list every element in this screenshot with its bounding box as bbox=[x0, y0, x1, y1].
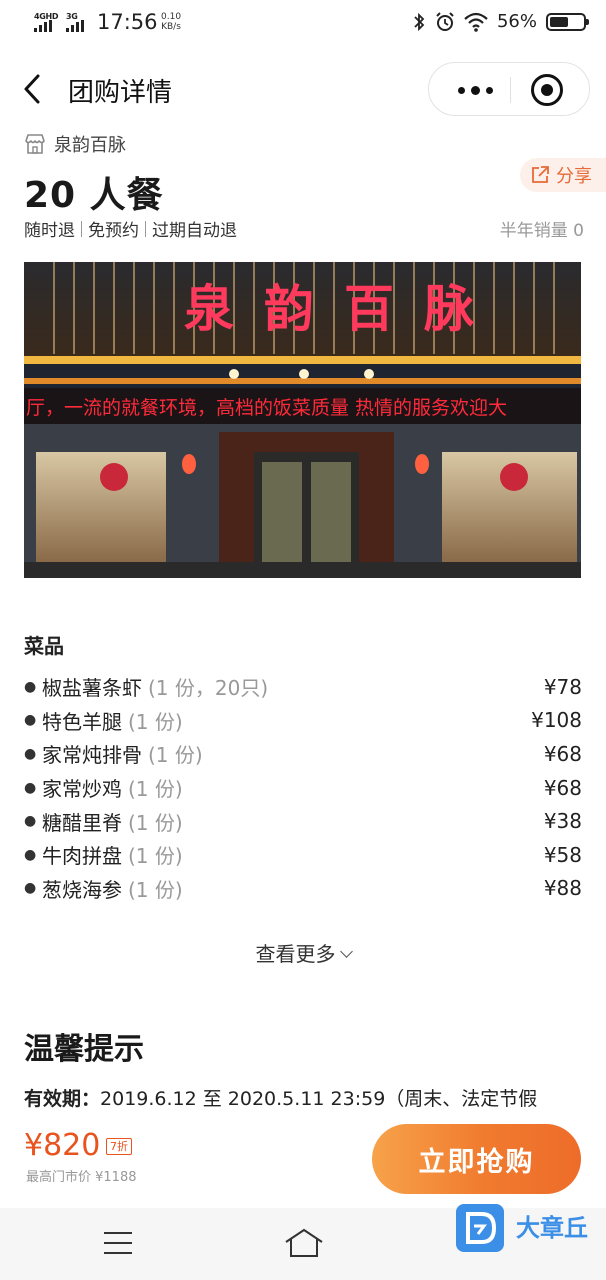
watermark: 大章丘 bbox=[456, 1198, 596, 1258]
watermark-text: 大章丘 bbox=[516, 1214, 588, 1242]
dish-quantity: (1 份) bbox=[128, 844, 183, 869]
network-speed: 0.10 KB/s bbox=[161, 12, 181, 32]
service-tags: 随时退 免预约 过期自动退 bbox=[24, 216, 237, 241]
bullet-icon: ● bbox=[24, 846, 37, 863]
home-icon[interactable] bbox=[282, 1226, 326, 1260]
speed-value: 0.10 bbox=[161, 12, 182, 22]
dish-name: 糖醋里脊 bbox=[42, 810, 122, 835]
validity-value: 2019.6.12 至 2020.5.11 23:59（周末、法定节假 bbox=[100, 1088, 538, 1110]
dish-name: 家常炒鸡 bbox=[42, 777, 122, 802]
back-arrow-icon[interactable] bbox=[18, 70, 52, 108]
signal-strength-icon bbox=[34, 20, 52, 32]
dish-price: ¥68 bbox=[543, 775, 582, 800]
shop-name: 泉韵百脉 bbox=[54, 135, 126, 156]
dish-price: ¥108 bbox=[531, 708, 582, 733]
dish-list: ● 椒盐薯条虾 (1 份，20只) ¥78 ● 特色羊腿 (1 份) ¥108 … bbox=[24, 670, 582, 905]
dish-price: ¥78 bbox=[543, 674, 582, 699]
shop-row[interactable]: 泉韵百脉 bbox=[24, 130, 126, 158]
wifi-icon bbox=[464, 12, 488, 32]
purchase-bar: ¥820 7折 最高门市价 ¥1188 立即抢购 bbox=[0, 1118, 606, 1208]
nav-header: 团购详情 bbox=[0, 58, 606, 120]
tag-divider bbox=[81, 220, 82, 237]
status-bar: 4GHD 3G 17:56 0.10 KB/s 56% bbox=[0, 0, 606, 48]
share-label: 分享 bbox=[556, 166, 592, 187]
battery-icon bbox=[546, 12, 589, 31]
buy-now-button[interactable]: 立即抢购 bbox=[372, 1124, 581, 1194]
see-more-label: 查看更多 bbox=[255, 942, 336, 966]
more-dot-icon bbox=[457, 86, 465, 94]
bullet-icon: ● bbox=[24, 880, 37, 897]
page-title: 团购详情 bbox=[68, 78, 173, 108]
bluetooth-icon bbox=[414, 12, 425, 31]
dish-quantity: (1 份) bbox=[128, 777, 183, 802]
tag-no-reservation: 免预约 bbox=[88, 221, 139, 241]
tag-auto-refund: 过期自动退 bbox=[152, 221, 237, 241]
dish-name: 椒盐薯条虾 bbox=[42, 676, 142, 701]
dish-quantity: (1 份) bbox=[128, 877, 183, 902]
dish-price: ¥68 bbox=[543, 741, 582, 766]
dish-price: ¥88 bbox=[543, 876, 582, 901]
miniprogram-capsule bbox=[428, 62, 590, 116]
signal-strength-icon-2 bbox=[66, 20, 84, 32]
capsule-divider bbox=[510, 77, 511, 103]
dish-name: 家常炖排骨 bbox=[42, 743, 142, 768]
storefront-photo[interactable]: 泉韵百脉 厅，一流的就餐环境，高档的饭菜质量 热情的服务欢迎大 bbox=[24, 262, 581, 578]
clock: 17:56 bbox=[97, 10, 158, 34]
bullet-icon: ● bbox=[24, 745, 37, 762]
dish-item: ● 家常炒鸡 (1 份) ¥68 bbox=[24, 771, 582, 805]
more-dot-icon bbox=[485, 86, 493, 94]
bullet-icon: ● bbox=[24, 779, 37, 796]
store-icon bbox=[25, 134, 45, 154]
speed-unit: KB/s bbox=[161, 22, 181, 32]
dish-item: ● 家常炖排骨 (1 份) ¥68 bbox=[24, 737, 582, 771]
dish-name: 特色羊腿 bbox=[42, 709, 122, 734]
close-miniprogram-icon[interactable] bbox=[531, 74, 563, 106]
bullet-icon: ● bbox=[24, 712, 37, 729]
dish-quantity: (1 份，20只) bbox=[148, 676, 269, 701]
dish-price: ¥38 bbox=[543, 809, 582, 834]
dish-price: ¥58 bbox=[543, 842, 582, 867]
chevron-down-icon bbox=[339, 945, 353, 958]
dish-item: ● 特色羊腿 (1 份) ¥108 bbox=[24, 704, 582, 738]
storefront-illustration: 泉韵百脉 厅，一流的就餐环境，高档的饭菜质量 热情的服务欢迎大 bbox=[24, 262, 581, 578]
validity-period: 有效期：2019.6.12 至 2020.5.11 23:59（周末、法定节假 bbox=[24, 1084, 584, 1111]
bullet-icon: ● bbox=[24, 678, 37, 695]
tag-refund-anytime: 随时退 bbox=[24, 221, 75, 241]
battery-fill bbox=[550, 16, 568, 27]
battery-percent: 56% bbox=[496, 11, 537, 32]
dishes-section-title: 菜品 bbox=[24, 634, 64, 658]
share-button[interactable]: 分享 bbox=[520, 158, 606, 192]
discount-badge: 7折 bbox=[106, 1138, 132, 1155]
dish-quantity: (1 份) bbox=[148, 743, 203, 768]
watermark-logo bbox=[456, 1204, 504, 1252]
tips-title: 温馨提示 bbox=[24, 1032, 144, 1067]
deal-price: ¥820 bbox=[24, 1128, 101, 1163]
more-options-button[interactable] bbox=[447, 63, 503, 117]
menu-icon[interactable] bbox=[104, 1232, 132, 1254]
dish-name: 牛肉拼盘 bbox=[42, 844, 122, 869]
dish-item: ● 椒盐薯条虾 (1 份，20只) ¥78 bbox=[24, 670, 582, 704]
alarm-icon bbox=[436, 11, 454, 31]
dish-item: ● 糖醋里脊 (1 份) ¥38 bbox=[24, 804, 582, 838]
dish-item: ● 葱烧海参 (1 份) ¥88 bbox=[24, 872, 582, 906]
share-icon bbox=[532, 166, 549, 183]
bullet-icon: ● bbox=[24, 813, 37, 830]
dish-quantity: (1 份) bbox=[128, 709, 183, 734]
sales-count: 半年销量 0 bbox=[499, 221, 584, 241]
sign-text: 泉韵百脉 bbox=[184, 279, 504, 338]
marquee-text: 厅，一流的就餐环境，高档的饭菜质量 热情的服务欢迎大 bbox=[26, 397, 507, 419]
dish-name: 葱烧海参 bbox=[42, 877, 122, 902]
deal-title: 20 人餐 bbox=[24, 175, 164, 216]
dish-quantity: (1 份) bbox=[128, 810, 183, 835]
dish-item: ● 牛肉拼盘 (1 份) ¥58 bbox=[24, 838, 582, 872]
more-dot-icon bbox=[470, 85, 480, 95]
see-more-button[interactable]: 查看更多 bbox=[0, 938, 606, 967]
tag-divider bbox=[145, 220, 146, 237]
original-price: 最高门市价 ¥1188 bbox=[26, 1170, 137, 1185]
validity-label: 有效期： bbox=[24, 1088, 101, 1110]
